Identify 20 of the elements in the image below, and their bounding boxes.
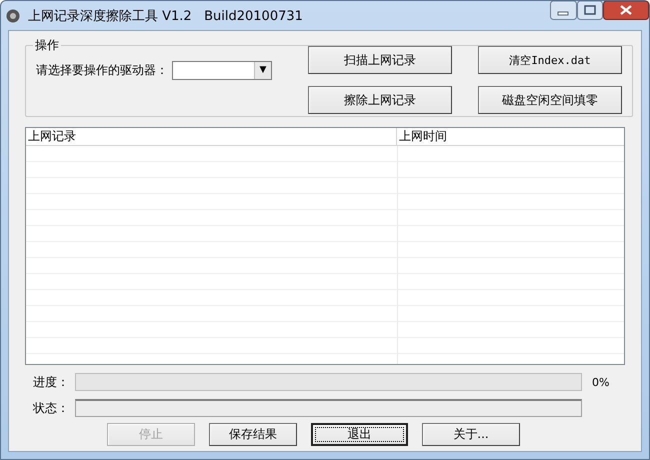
dialog-button[interactable]: 保存结果 [209,423,297,446]
window-title: 上网记录深度擦除工具 V1.2 Build20100731 [28,8,303,24]
maximize-button[interactable] [577,1,603,20]
dialog-button[interactable]: 退出 [311,423,408,446]
drive-label: 请选择要操作的驱动器： [36,62,168,78]
progress-label: 进度： [32,374,70,390]
dialog-button[interactable]: 关于... [422,423,520,446]
close-button[interactable] [603,1,649,20]
action-button[interactable]: 扫描上网记录 [308,46,452,74]
action-button[interactable]: 磁盘空闲空间填零 [478,86,622,114]
action-button[interactable]: 清空Index.dat [478,46,622,74]
minimize-button[interactable] [550,1,577,20]
drive-dropdown[interactable]: ▼ [172,60,272,80]
column-header[interactable]: 上网时间 [397,128,624,145]
progress-reading: 0% [592,376,610,388]
column-header[interactable]: 上网记录 [26,128,397,145]
status-label: 状态： [32,400,70,416]
app-icon [6,8,20,22]
group-title: 操作 [34,37,60,54]
action-button[interactable]: 擦除上网记录 [308,86,452,114]
